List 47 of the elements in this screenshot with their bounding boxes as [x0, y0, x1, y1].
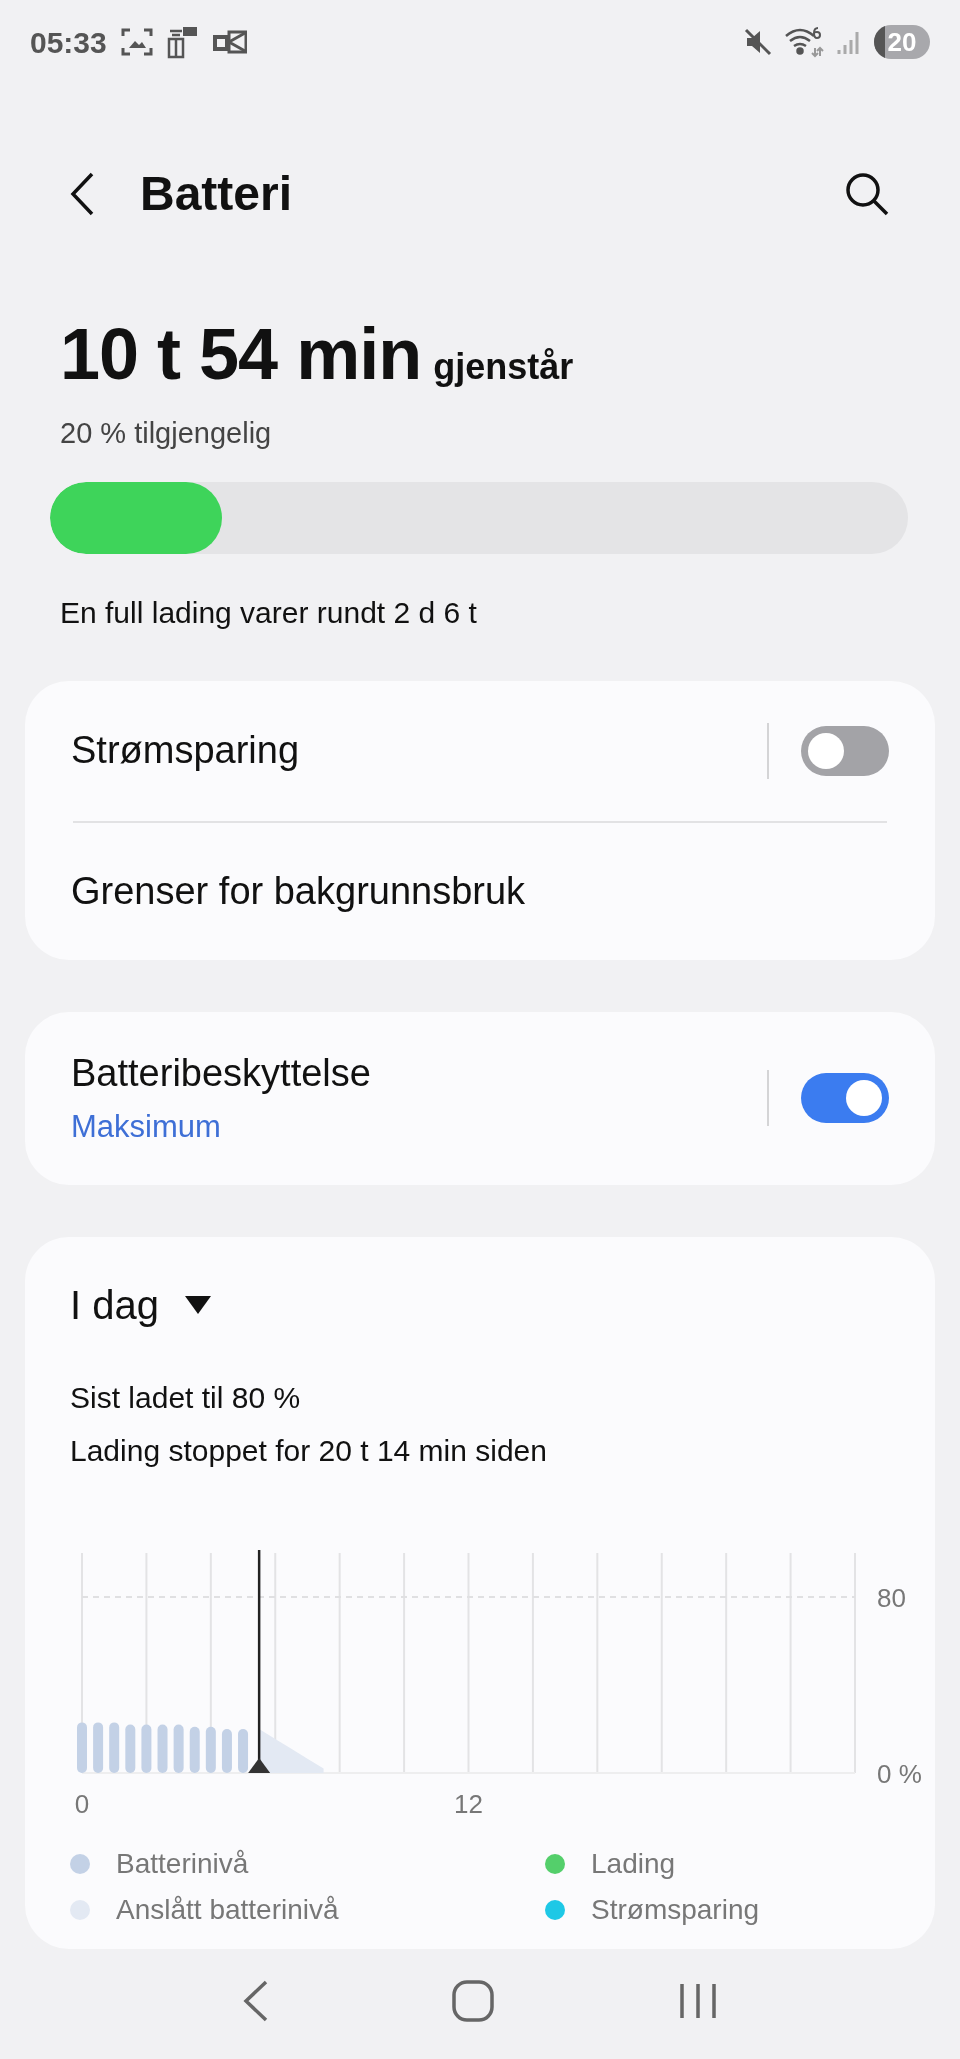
last-charged-text: Sist ladet til 80 %	[70, 1379, 302, 1416]
setting-label: Strømsparing	[71, 728, 300, 773]
mail-icon	[212, 29, 247, 55]
charging-stopped-text: Lading stoppet for 20 t 14 min siden	[70, 1432, 548, 1469]
screenshot-icon	[120, 27, 153, 57]
x-axis-label: 12	[454, 1788, 483, 1819]
dropdown-icon[interactable]	[184, 1295, 211, 1314]
legend-label: Batterinivå	[116, 1846, 249, 1881]
legend-label: Strømsparing	[591, 1892, 760, 1927]
battery-badge: 20	[874, 25, 930, 59]
recents-nav-icon[interactable]	[678, 1982, 718, 2020]
legend-label: Anslått batterinivå	[116, 1892, 339, 1927]
notification-icon	[166, 25, 199, 59]
search-icon[interactable]	[844, 171, 890, 217]
available-text: 20 % tilgjengelig	[60, 416, 273, 451]
protection-value: Maksimum	[71, 1108, 222, 1147]
battery-bar	[93, 1721, 104, 1773]
wifi-icon	[784, 26, 824, 58]
battery-bar	[125, 1724, 136, 1773]
back-nav-icon[interactable]	[242, 1980, 268, 2022]
toggle-switch[interactable]	[801, 725, 889, 776]
battery-bar	[77, 1721, 87, 1773]
status-time: 05:33	[30, 24, 107, 61]
projection-area	[259, 1728, 324, 1773]
battery-bar	[141, 1724, 152, 1773]
legend-label: Lading	[591, 1846, 676, 1881]
setting-link[interactable]: Grenser for bakgrunnsbruk	[71, 862, 526, 920]
battery-bar	[157, 1724, 168, 1773]
full-charge-text: En full lading varer rundt 2 d 6 t	[60, 594, 478, 631]
battery-bar	[205, 1726, 216, 1773]
home-nav-icon[interactable]	[452, 1980, 494, 2022]
mute-icon	[744, 28, 772, 56]
back-icon[interactable]	[70, 172, 94, 216]
battery-bar	[173, 1724, 184, 1773]
battery-bar	[189, 1726, 200, 1773]
protection-toggle[interactable]	[801, 1073, 889, 1123]
x-axis-label: 0	[74, 1788, 90, 1819]
battery-bar	[221, 1728, 232, 1773]
period-dropdown[interactable]: I dag	[70, 1274, 159, 1335]
y-axis-label: 80	[877, 1582, 906, 1613]
battery-bar	[109, 1721, 120, 1773]
battery-bar	[238, 1728, 249, 1773]
page-title: Batteri	[140, 166, 293, 222]
protection-label: Batteribeskyttelse	[71, 1051, 371, 1097]
remaining-label: gjenstår	[433, 345, 574, 389]
y-axis-label: 0 %	[877, 1758, 922, 1789]
remaining-time: 10 t 54 min	[60, 313, 422, 396]
